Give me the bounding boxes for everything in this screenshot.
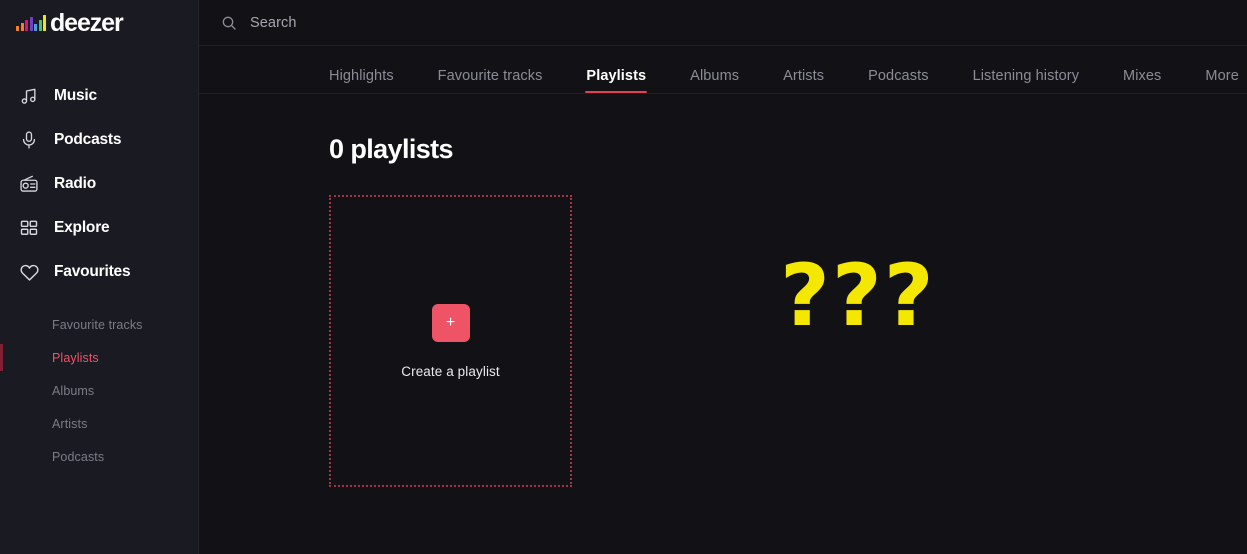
content-tabs: Highlights Favourite tracks Playlists Al… xyxy=(199,46,1247,94)
sidebar-item-label: Podcasts xyxy=(54,131,122,148)
create-playlist-label: Create a playlist xyxy=(401,363,500,379)
tab-favourite-tracks[interactable]: Favourite tracks xyxy=(438,68,543,94)
tab-mixes[interactable]: Mixes xyxy=(1123,68,1161,94)
tab-artists[interactable]: Artists xyxy=(783,68,824,94)
sidebar-subitem-label: Artists xyxy=(52,416,88,431)
sidebar-subitem-label: Favourite tracks xyxy=(52,317,143,332)
tab-more[interactable]: More ▼ xyxy=(1205,67,1247,94)
create-playlist-card[interactable]: + Create a playlist xyxy=(329,195,572,487)
sidebar-item-favourites[interactable]: Favourites xyxy=(0,250,198,294)
favourites-sub-navigation: Favourite tracks Playlists Albums Artist… xyxy=(0,308,198,473)
music-note-icon xyxy=(18,85,40,107)
search-input[interactable] xyxy=(250,14,670,31)
brand-logo[interactable]: deezer xyxy=(0,0,198,46)
heart-icon xyxy=(18,261,40,283)
radio-icon xyxy=(18,173,40,195)
sidebar-item-podcasts[interactable]: Podcasts xyxy=(0,118,198,162)
deezer-equalizer-logo-icon xyxy=(16,15,46,31)
tab-playlists[interactable]: Playlists xyxy=(585,68,647,94)
sidebar-item-label: Music xyxy=(54,87,97,104)
sidebar: deezer Music Podcasts Radio Explore Favo… xyxy=(0,0,199,554)
sidebar-subitem-artists[interactable]: Artists xyxy=(0,407,198,440)
sidebar-item-label: Explore xyxy=(54,219,110,236)
tab-highlights[interactable]: Highlights xyxy=(329,68,394,94)
primary-navigation: Music Podcasts Radio Explore Favourites xyxy=(0,74,198,294)
create-playlist-button[interactable]: + xyxy=(431,303,470,342)
sidebar-item-label: Favourites xyxy=(54,263,131,280)
deezer-app-window: deezer Music Podcasts Radio Explore Favo… xyxy=(0,0,1247,554)
tab-more-label: More xyxy=(1205,67,1239,84)
playlist-grid: + Create a playlist ??? xyxy=(329,195,1247,487)
playlists-panel: 0 playlists + Create a playlist ??? xyxy=(199,94,1247,487)
microphone-icon xyxy=(18,129,40,151)
tab-albums[interactable]: Albums xyxy=(690,68,739,94)
sidebar-item-radio[interactable]: Radio xyxy=(0,162,198,206)
sidebar-item-label: Radio xyxy=(54,175,97,192)
sidebar-subitem-playlists[interactable]: Playlists xyxy=(0,341,198,374)
tab-podcasts[interactable]: Podcasts xyxy=(868,68,928,94)
page-title: 0 playlists xyxy=(329,134,454,164)
top-search-bar xyxy=(199,0,1247,46)
search-box[interactable] xyxy=(221,14,670,31)
sidebar-item-explore[interactable]: Explore xyxy=(0,206,198,250)
question-marks-annotation: ??? xyxy=(780,246,936,346)
sidebar-subitem-label: Playlists xyxy=(52,350,99,365)
brand-name: deezer xyxy=(50,8,124,37)
main-content-area: Highlights Favourite tracks Playlists Al… xyxy=(199,0,1247,554)
grid-icon xyxy=(18,217,40,239)
sidebar-subitem-label: Podcasts xyxy=(52,449,105,464)
sidebar-subitem-favourite-tracks[interactable]: Favourite tracks xyxy=(0,308,198,341)
sidebar-subitem-podcasts[interactable]: Podcasts xyxy=(0,440,198,473)
plus-icon: + xyxy=(445,313,456,331)
tab-listening-history[interactable]: Listening history xyxy=(973,68,1079,94)
sidebar-subitem-albums[interactable]: Albums xyxy=(0,374,198,407)
sidebar-subitem-label: Albums xyxy=(52,383,95,398)
search-icon xyxy=(221,15,237,31)
sidebar-item-music[interactable]: Music xyxy=(0,74,198,118)
